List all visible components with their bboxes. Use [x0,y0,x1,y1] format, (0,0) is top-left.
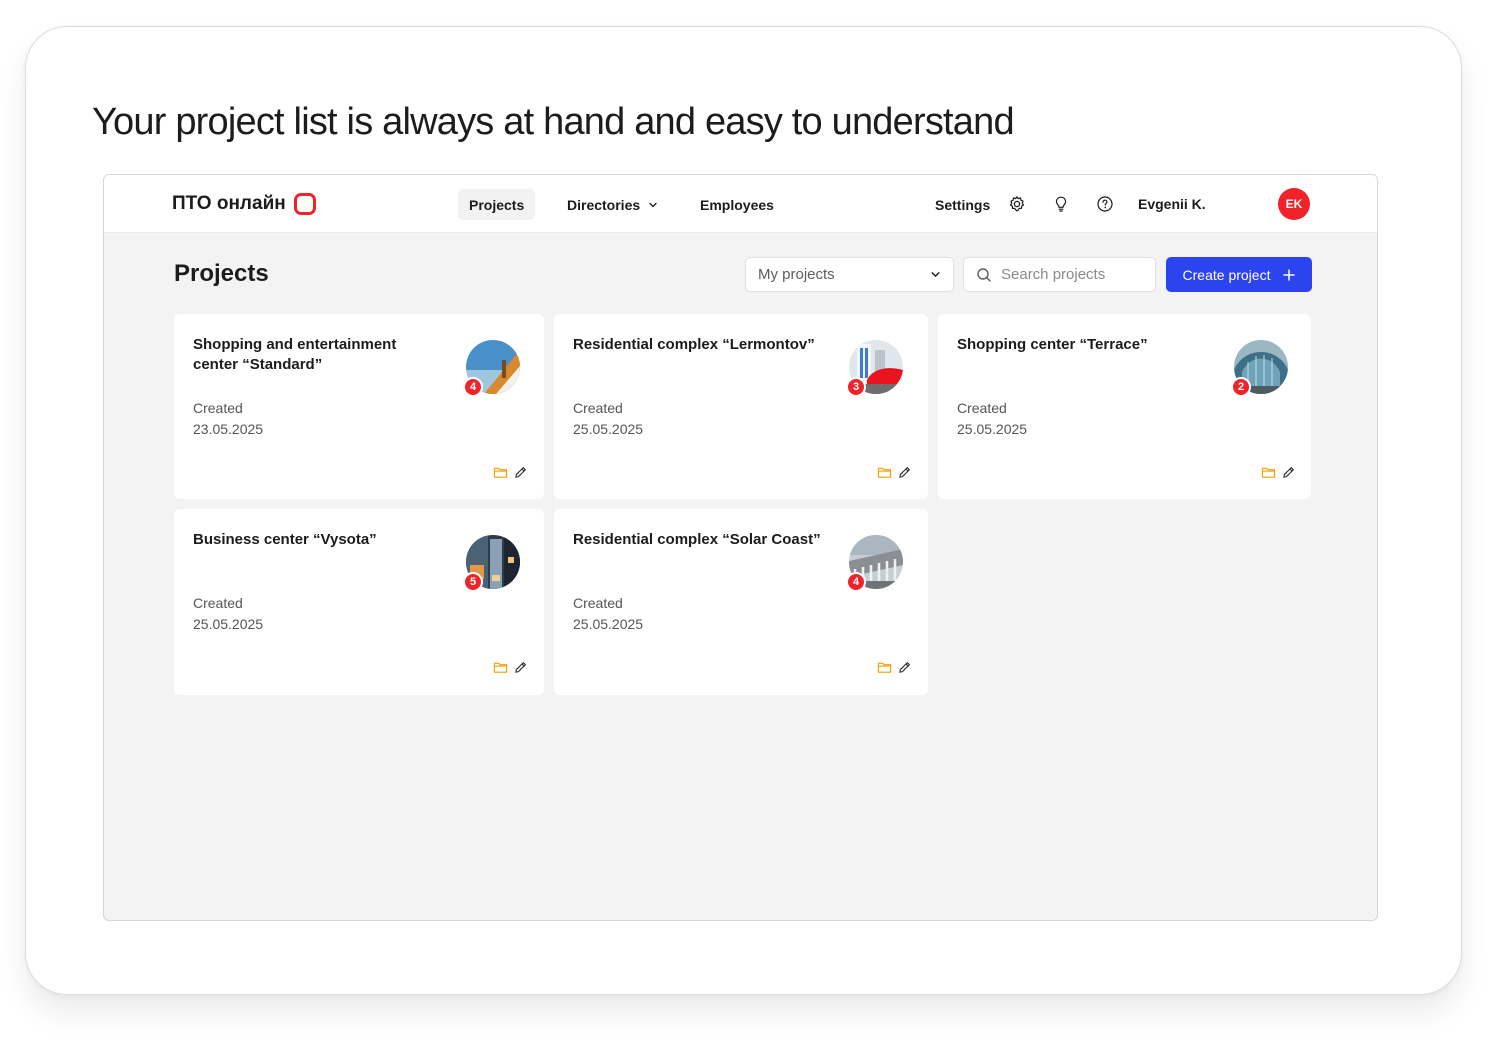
project-title: Business center “Vysota” [193,531,377,548]
nav-item-label: Directories [567,196,641,213]
chevron-down-icon [649,202,657,207]
project-card[interactable]: Shopping center “Terrace” Created 25.05.… [938,314,1311,499]
project-filter-select[interactable]: My projects [745,257,954,292]
nav-item-label: Projects [469,196,525,213]
brand-name: ПТО онлайн [172,193,286,214]
folder-icon[interactable] [493,660,508,675]
created-date: 25.05.2025 [573,616,644,632]
created-label: Created [193,595,243,611]
lightbulb-icon[interactable] [1052,195,1070,213]
edit-icon[interactable] [897,660,912,675]
edit-icon[interactable] [1281,465,1296,480]
badge-count: 4 [846,572,866,592]
project-title: Residential complex “Solar Coast” [573,531,821,548]
nav-item-directories[interactable]: Directories [556,189,669,220]
project-card[interactable]: Business center “Vysota” Created 25.05.2… [174,509,544,695]
plus-icon [1283,268,1296,281]
folder-icon[interactable] [877,660,892,675]
created-label: Created [573,595,623,611]
help-icon[interactable] [1096,195,1114,213]
created-date: 25.05.2025 [573,421,644,437]
chevron-down-icon [931,272,940,277]
edit-icon[interactable] [513,465,528,480]
badge-count: 3 [846,377,866,397]
edit-icon[interactable] [897,465,912,480]
search-icon [977,267,991,282]
project-card[interactable]: Residential complex “Lermontov” Created … [554,314,928,499]
top-navbar: ПТО онлайн Projects Directories Employee… [104,175,1377,233]
gear-icon[interactable] [1008,195,1026,213]
search-box [963,257,1156,292]
folder-icon[interactable] [877,465,892,480]
created-label: Created [957,400,1007,416]
user-name[interactable]: Evgenii K. [1138,196,1206,212]
nav-item-projects[interactable]: Projects [458,189,536,220]
created-date: 23.05.2025 [193,421,264,437]
create-project-button[interactable]: Create project [1166,257,1312,292]
search-input[interactable] [1001,266,1141,283]
brand-logo[interactable]: ПТО онлайн [172,193,316,215]
badge-count: 4 [463,377,483,397]
project-card[interactable]: Shopping and entertainment center “Stand… [174,314,544,499]
project-title: Shopping center “Terrace” [957,336,1148,353]
nav-item-label: Employees [700,196,774,213]
created-label: Created [573,400,623,416]
folder-icon[interactable] [1261,465,1276,480]
headline: Your project list is always at hand and … [92,101,1015,143]
project-title: Shopping and entertainment center “Stand… [193,336,397,373]
folder-icon[interactable] [493,465,508,480]
settings-link[interactable]: Settings [924,189,1001,220]
created-date: 25.05.2025 [957,421,1028,437]
app-window: ПТО онлайн Projects Directories Employee… [103,174,1378,921]
page-title: Projects [174,260,269,287]
edit-icon[interactable] [513,660,528,675]
brand-mark-icon [293,193,316,215]
created-date: 25.05.2025 [193,616,264,632]
project-filter-value: My projects [758,266,835,283]
settings-label: Settings [935,196,991,213]
avatar[interactable]: EK [1278,188,1310,220]
badge-count: 2 [1231,377,1251,397]
create-project-label: Create project [1182,266,1271,283]
nav-item-employees[interactable]: Employees [689,189,785,220]
project-card[interactable]: Residential complex “Solar Coast” Create… [554,509,928,695]
badge-count: 5 [463,572,483,592]
slide-frame: Your project list is always at hand and … [25,26,1462,995]
created-label: Created [193,400,243,416]
project-title: Residential complex “Lermontov” [573,336,815,353]
